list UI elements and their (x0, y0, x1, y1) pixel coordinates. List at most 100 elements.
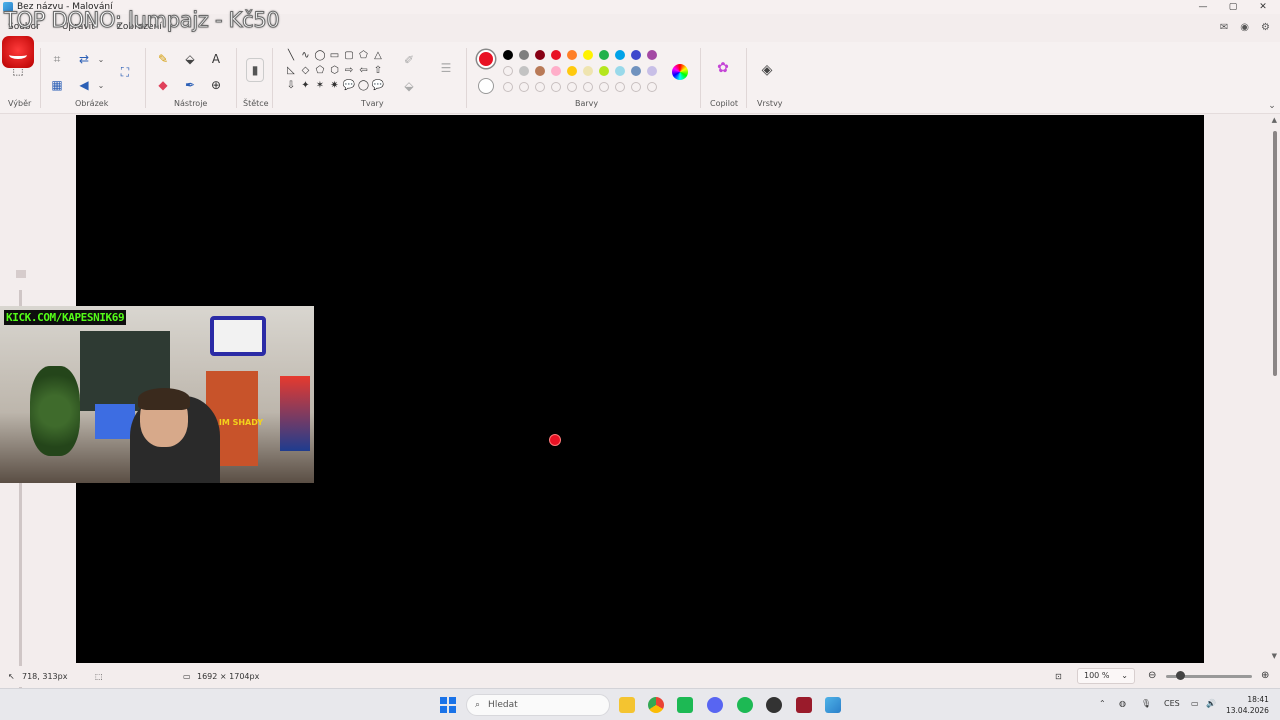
eraser-icon[interactable]: ◆ (155, 77, 171, 93)
color-swatch[interactable] (583, 50, 593, 60)
system-clock[interactable]: 18:41 13.04.2026 (1226, 694, 1269, 716)
network-icon[interactable]: ▭ (1191, 699, 1199, 708)
chrome-icon[interactable] (648, 697, 664, 713)
brush-icon[interactable]: ▮ (246, 58, 264, 82)
shape-oval-callout-icon[interactable]: ◯ (357, 79, 371, 92)
close-button[interactable]: ✕ (1248, 0, 1278, 14)
tray-chevron-up-icon[interactable]: ⌃ (1099, 699, 1106, 708)
start-button-windows-icon[interactable] (440, 697, 456, 713)
shape-star5-icon[interactable]: ✶ (313, 79, 327, 92)
color-swatch[interactable] (647, 50, 657, 60)
feedback-icon[interactable]: ✉ (1220, 22, 1228, 33)
text-tool-icon[interactable]: A (208, 51, 224, 67)
shape-size-icon[interactable]: ☰ (438, 60, 454, 76)
custom-color-slot[interactable] (519, 82, 529, 92)
custom-color-slot[interactable] (615, 82, 625, 92)
minimize-button[interactable]: — (1188, 0, 1218, 14)
color-swatch[interactable] (535, 66, 545, 76)
shape-rectangle-icon[interactable]: ▭ (328, 49, 342, 62)
custom-color-slot[interactable] (599, 82, 609, 92)
obs-icon[interactable] (766, 697, 782, 713)
color-swatch[interactable] (647, 66, 657, 76)
magnifier-icon[interactable]: ⊕ (208, 77, 224, 93)
taskbar-search[interactable]: ⌕ Hledat (466, 694, 610, 716)
custom-color-slot[interactable] (583, 82, 593, 92)
custom-color-slot[interactable] (503, 66, 513, 76)
chevron-down-icon[interactable]: ⌄ (93, 77, 109, 93)
input-language[interactable]: CES (1164, 699, 1180, 708)
shape-star4-icon[interactable]: ✦ (299, 79, 313, 92)
edit-colors-icon[interactable] (672, 64, 688, 80)
tray-app-icon[interactable]: ◍ (1119, 699, 1126, 708)
zoom-slider-thumb[interactable] (1176, 671, 1185, 680)
flip-icon[interactable]: ▦ (49, 77, 65, 93)
spotify-icon[interactable] (737, 697, 753, 713)
image-select-icon[interactable]: ⛶ (117, 64, 133, 80)
crop-icon[interactable]: ⌗ (49, 51, 65, 67)
shape-outline-icon[interactable]: ✐ (401, 52, 417, 68)
shape-oval-icon[interactable]: ◯ (313, 49, 327, 62)
color-swatch[interactable] (535, 50, 545, 60)
fill-bucket-icon[interactable]: ⬙ (182, 51, 198, 67)
shape-diamond-icon[interactable]: ◇ (299, 64, 313, 77)
color-swatch[interactable] (615, 66, 625, 76)
color-swatch[interactable] (631, 50, 641, 60)
custom-color-slot[interactable] (567, 82, 577, 92)
color-swatch[interactable] (615, 50, 625, 60)
zoom-out-icon[interactable]: ⊖ (1148, 670, 1156, 681)
shape-hexagon-icon[interactable]: ⬡ (328, 64, 342, 77)
color-swatch[interactable] (583, 66, 593, 76)
shape-callout-icon[interactable]: 💬 (342, 79, 356, 92)
color-swatch[interactable] (519, 50, 529, 60)
scroll-up-arrow[interactable]: ▲ (1272, 116, 1277, 124)
shape-arrow-up-icon[interactable]: ⇧ (371, 64, 385, 77)
volume-icon[interactable]: 🔊 (1206, 699, 1216, 708)
shape-curve-icon[interactable]: ∿ (299, 49, 313, 62)
shape-polygon-icon[interactable]: ⬠ (357, 49, 371, 62)
file-explorer-icon[interactable] (619, 697, 635, 713)
color-swatch[interactable] (567, 50, 577, 60)
layers-icon[interactable]: ◈ (759, 62, 775, 78)
zoom-in-icon[interactable]: ⊕ (1261, 670, 1269, 681)
maximize-button[interactable]: ▢ (1218, 0, 1248, 14)
fit-to-window-icon[interactable]: ⊡ (1055, 672, 1062, 681)
microphone-icon[interactable]: 🎙 (1141, 699, 1151, 708)
custom-color-slot[interactable] (551, 82, 561, 92)
adobe-icon[interactable] (796, 697, 812, 713)
shape-arrow-right-icon[interactable]: ⇨ (342, 64, 356, 77)
vertical-scrollbar[interactable] (1273, 131, 1277, 376)
pencil-icon[interactable]: ✎ (155, 51, 171, 67)
color-swatch[interactable] (631, 66, 641, 76)
custom-color-slot[interactable] (647, 82, 657, 92)
rotate-icon[interactable]: ◀ (76, 77, 92, 93)
chevron-down-icon[interactable]: ⌄ (93, 51, 109, 67)
resize-icon[interactable]: ⇄ (76, 51, 92, 67)
color-swatch[interactable] (567, 66, 577, 76)
scroll-down-arrow[interactable]: ▼ (1272, 652, 1277, 660)
shape-arrow-down-icon[interactable]: ⇩ (284, 79, 298, 92)
game-app-icon[interactable] (677, 697, 693, 713)
custom-color-slot[interactable] (503, 82, 513, 92)
color-swatch[interactable] (599, 66, 609, 76)
discord-icon[interactable] (707, 697, 723, 713)
shape-right-triangle-icon[interactable]: ◺ (284, 64, 298, 77)
custom-color-slot[interactable] (535, 82, 545, 92)
shape-cloud-callout-icon[interactable]: 💬 (371, 79, 385, 92)
shape-fill-icon[interactable]: ⬙ (401, 78, 417, 94)
copilot-icon[interactable]: ✿ (715, 60, 731, 76)
account-icon[interactable]: ◉ (1240, 22, 1249, 33)
shape-triangle-icon[interactable]: △ (371, 49, 385, 62)
zoom-dropdown[interactable]: 100 % ⌄ (1077, 668, 1135, 684)
color-swatch[interactable] (503, 50, 513, 60)
color-swatch[interactable] (519, 66, 529, 76)
color-swatch[interactable] (599, 50, 609, 60)
shape-pentagon-icon[interactable]: ⬠ (313, 64, 327, 77)
shape-star6-icon[interactable]: ✷ (328, 79, 342, 92)
color-picker-icon[interactable]: ✒ (182, 77, 198, 93)
color-swatch[interactable] (551, 50, 561, 60)
shape-line-icon[interactable]: ╲ (284, 49, 298, 62)
paint-taskbar-icon[interactable] (825, 697, 841, 713)
shape-rounded-rect-icon[interactable]: ▢ (342, 49, 356, 62)
secondary-color-swatch[interactable] (478, 78, 494, 94)
shape-arrow-left-icon[interactable]: ⇦ (357, 64, 371, 77)
